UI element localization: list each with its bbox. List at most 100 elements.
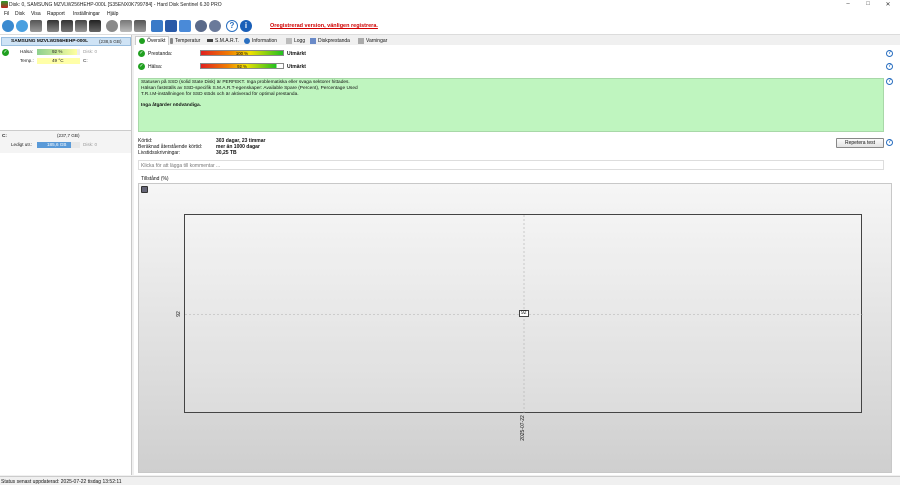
tab-information-label: Information <box>252 37 278 44</box>
close-button[interactable]: ✕ <box>878 1 898 8</box>
email-icon[interactable] <box>165 20 177 32</box>
refresh-icon[interactable] <box>2 20 14 32</box>
health-rating: Utmärkt <box>287 64 306 70</box>
lifetime-writes-label: Livstidsskrivningar: <box>138 150 181 156</box>
hdd-info-icon[interactable] <box>89 20 101 32</box>
status-bar: Status senast uppdaterad: 2025-07-22 tis… <box>0 476 900 485</box>
temp-value: 49 °C <box>52 58 64 63</box>
document-icon[interactable] <box>151 20 163 32</box>
refresh-all-icon[interactable] <box>16 20 28 32</box>
log-icon <box>286 37 292 44</box>
temp-drive-label: C: <box>83 58 88 63</box>
print-icon[interactable] <box>120 20 132 32</box>
status-line-3: T.R.I.M-inställningen för SSD stöds och … <box>141 92 299 97</box>
hdd-test-icon[interactable] <box>61 20 73 32</box>
temp-bar: 49 °C <box>37 58 80 64</box>
report-icon[interactable] <box>134 20 146 32</box>
tab-overview-label: Översikt <box>147 38 166 44</box>
volume-letter: C: <box>2 133 7 138</box>
save-graph-icon[interactable] <box>141 186 148 193</box>
thermometer-icon <box>170 37 173 44</box>
gear-icon[interactable] <box>195 20 207 32</box>
tab-smart[interactable]: S.M.A.R.T. <box>204 36 242 45</box>
x-tick-label: 2025-07-22 <box>519 415 526 441</box>
comment-field[interactable]: Klicka för att lägga till kommentar ... <box>138 160 884 170</box>
disk-list-panel: SAMSUNG MZVLW256HEHP-000L (238,5 GB) ✓ H… <box>0 35 132 475</box>
toolbar: ? i Oregistrerad version, vänligen regis… <box>0 18 900 35</box>
performance-rating: Utmärkt <box>287 51 306 57</box>
lifetime-writes-value: 30,25 TB <box>216 150 237 156</box>
disk-list-icon[interactable] <box>30 20 42 32</box>
repeat-test-help-icon[interactable]: ? <box>886 139 893 146</box>
smart-icon <box>207 39 213 42</box>
disk-entry-selected[interactable]: SAMSUNG MZVLW256HEHP-000L (238,5 GB) <box>1 37 131 46</box>
app-icon <box>1 1 8 8</box>
window-title: Disk: 0, SAMSUNG MZVLW256HEHP-000L [S35E… <box>9 2 222 8</box>
performance-label: Prestanda: <box>148 51 173 57</box>
menu-file[interactable]: Fil <box>4 11 9 17</box>
tab-log[interactable]: Logg <box>283 36 308 45</box>
data-point-label: 92 <box>519 309 529 317</box>
health-ok-icon: ✓ <box>138 63 145 70</box>
health-value: 92 % <box>52 49 63 54</box>
tab-temperature[interactable]: Temperatur <box>167 36 203 45</box>
tools-icon[interactable] <box>106 20 118 32</box>
tab-temperature-label: Temperatur <box>175 37 201 44</box>
disk-name: SAMSUNG MZVLW256HEHP-000L <box>11 39 89 44</box>
warning-doc-icon <box>358 37 364 44</box>
tab-bar: Översikt Temperatur S.M.A.R.T. Informati… <box>134 35 900 45</box>
repeat-test-button[interactable]: Repetera test <box>836 138 884 148</box>
tab-overview[interactable]: Översikt <box>135 36 170 45</box>
disk-size: (238,5 GB) <box>99 39 122 44</box>
menu-settings[interactable]: Inställningar <box>73 11 100 17</box>
tab-disk-performance-label: Diskprestanda <box>318 37 350 44</box>
minimize-button[interactable]: – <box>838 1 858 7</box>
check-icon <box>139 38 145 44</box>
graph-title: Tillstånd (%) <box>141 176 169 182</box>
hdd-icon[interactable] <box>47 20 59 32</box>
register-link[interactable]: Oregistrerad version, vänligen registrer… <box>270 23 378 29</box>
no-action-text: Inga åtgärder nödvändiga. <box>141 103 201 108</box>
health-help-icon[interactable]: ? <box>886 63 893 70</box>
tab-warnings-label: Varningar <box>366 37 388 44</box>
status-message-box: Statusen på SSD (solid State Disk) är PE… <box>138 78 884 132</box>
health-disk-label: Disk: 0 <box>83 49 98 54</box>
settings-icon[interactable] <box>209 20 221 32</box>
tab-warnings[interactable]: Varningar <box>355 36 390 45</box>
menu-help[interactable]: Hjälp <box>107 11 118 17</box>
health-overview-value: 92 % <box>237 64 247 69</box>
health-overview-bar: 92 % <box>200 63 284 69</box>
comment-placeholder: Klicka för att lägga till kommentar ... <box>141 163 221 169</box>
info-icon <box>244 37 250 44</box>
health-ok-icon: ✓ <box>2 49 9 56</box>
title-bar: Disk: 0, SAMSUNG MZVLW256HEHP-000L [S35E… <box>0 0 900 10</box>
free-space-disk-label: Disk: 0 <box>83 142 98 147</box>
volume-size: (237,7 GB) <box>57 133 80 138</box>
hdd-smart-icon[interactable] <box>75 20 87 32</box>
menu-disk[interactable]: Disk <box>15 11 25 17</box>
tab-information[interactable]: Information <box>241 36 280 45</box>
free-space-label: Ledigt utr.: <box>11 142 33 147</box>
temp-label: Temp.: <box>20 58 34 63</box>
free-space-bar: 185,6 GB <box>37 142 80 148</box>
help-icon[interactable]: ? <box>226 20 238 32</box>
performance-icon <box>310 37 316 44</box>
tab-smart-label: S.M.A.R.T. <box>215 37 239 44</box>
tab-log-label: Logg <box>294 37 306 44</box>
y-tick-label: 92 <box>175 310 182 317</box>
menu-view[interactable]: Visa <box>31 11 41 17</box>
performance-value: 100 % <box>235 51 249 56</box>
health-overview-label: Hälsa: <box>148 64 163 70</box>
health-bar: 92 % <box>37 49 80 55</box>
menu-bar: Fil Disk Visa Rapport Inställningar Hjäl… <box>0 10 900 18</box>
volume-entry[interactable]: C: (237,7 GB) Ledigt utr.: 185,6 GB Disk… <box>0 131 131 153</box>
status-help-icon[interactable]: ? <box>886 78 893 85</box>
send-icon[interactable] <box>179 20 191 32</box>
performance-help-icon[interactable]: ? <box>886 50 893 57</box>
tab-disk-performance[interactable]: Diskprestanda <box>307 36 353 45</box>
info-icon[interactable]: i <box>240 20 252 32</box>
menu-report[interactable]: Rapport <box>47 11 65 17</box>
maximize-button[interactable]: □ <box>858 1 878 7</box>
performance-ok-icon: ✓ <box>138 50 145 57</box>
free-space-value: 185,6 GB <box>47 142 67 147</box>
